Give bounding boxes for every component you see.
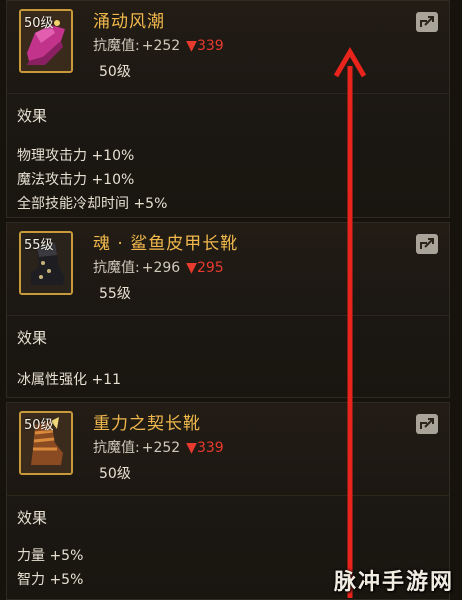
stat-base: +252 (141, 440, 181, 456)
effect-line: 全部技能冷却时间 +5% (17, 196, 168, 212)
share-icon[interactable] (415, 11, 439, 33)
stat-down: ▼339 (186, 38, 224, 54)
item-card-1: 50级 涌动风潮 抗魔值: +252 ▼339 50级 效果 物理攻击力 +10% … (6, 0, 450, 218)
effect-line: 冰属性强化 +11 (17, 372, 121, 388)
effect-line: 物理攻击力 +10% (17, 148, 135, 164)
item-header: 50级 重力之契长靴 抗魔值: +252 ▼339 50级 (7, 403, 449, 491)
effect-line: 魔法攻击力 +10% (17, 172, 135, 188)
level-badge: 55级 (24, 238, 54, 253)
stat-label: 抗魔值: (93, 38, 140, 54)
stat-down: ▼339 (186, 440, 224, 456)
stat-label: 抗魔值: (93, 440, 140, 456)
magic-resist-stat: 抗魔值: +296 ▼295 (93, 257, 224, 277)
divider (7, 93, 449, 94)
stat-base: +252 (141, 38, 181, 54)
item-icon[interactable]: 50级 (19, 411, 73, 475)
item-icon[interactable]: 50级 (19, 9, 73, 73)
item-level: 50级 (99, 466, 131, 482)
stat-label: 抗魔值: (93, 260, 140, 276)
item-header: 55级 魂 · 鲨鱼皮甲长靴 抗魔值: +296 ▼295 55级 (7, 223, 449, 311)
item-card-2: 55级 魂 · 鲨鱼皮甲长靴 抗魔值: +296 ▼295 55级 效果 冰属性强化… (6, 222, 450, 398)
effect-title: 效果 (17, 329, 48, 347)
item-name: 魂 · 鲨鱼皮甲长靴 (93, 234, 239, 254)
stat-down: ▼295 (186, 260, 224, 276)
level-badge: 50级 (24, 418, 54, 433)
effect-title: 效果 (17, 509, 48, 527)
effect-line: 智力 +5% (17, 572, 84, 588)
stat-base: +296 (141, 260, 181, 276)
level-badge: 50级 (24, 16, 54, 31)
share-icon[interactable] (415, 413, 439, 435)
divider (7, 315, 449, 316)
item-icon[interactable]: 55级 (19, 231, 73, 295)
item-name: 重力之契长靴 (93, 414, 201, 434)
effect-line: 力量 +5% (17, 548, 84, 564)
share-icon[interactable] (415, 233, 439, 255)
magic-resist-stat: 抗魔值: +252 ▼339 (93, 437, 224, 457)
watermark: 脉冲手游网 (333, 570, 454, 595)
item-level: 55级 (99, 286, 131, 302)
magic-resist-stat: 抗魔值: +252 ▼339 (93, 35, 224, 55)
effect-title: 效果 (17, 107, 48, 125)
item-name: 涌动风潮 (93, 12, 165, 32)
item-level: 50级 (99, 64, 131, 80)
item-header: 50级 涌动风潮 抗魔值: +252 ▼339 50级 (7, 1, 449, 89)
divider (7, 495, 449, 496)
